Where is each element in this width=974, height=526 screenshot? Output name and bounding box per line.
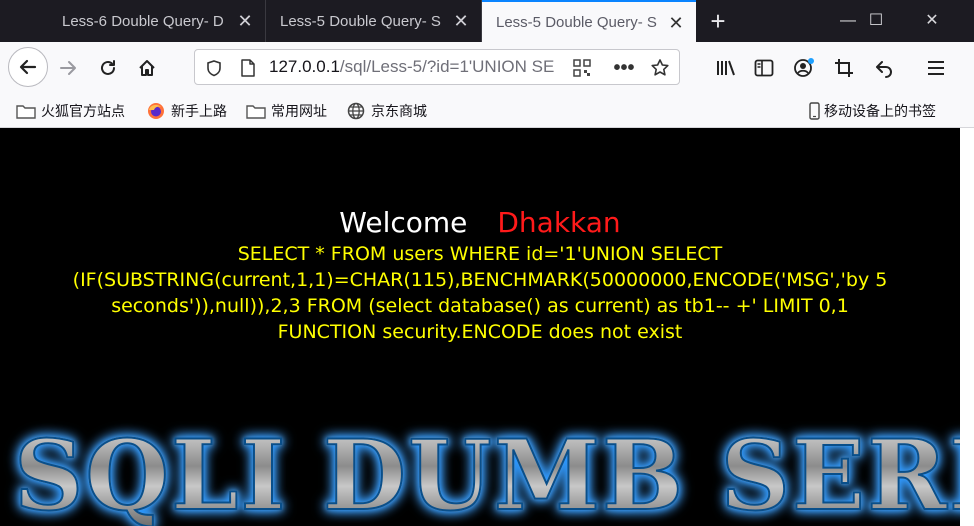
sql-output: SELECT * FROM users WHERE id='1'UNION SE… <box>60 241 900 345</box>
more-actions-icon[interactable]: ••• <box>613 57 635 79</box>
menu-button[interactable] <box>920 52 952 84</box>
folder-icon <box>16 102 36 120</box>
firefox-icon <box>146 102 166 120</box>
screenshot-button[interactable] <box>828 52 860 84</box>
mobile-bookmarks[interactable]: 移动设备上的书签 <box>808 100 936 122</box>
sqli-banner-logo: SQLI DUMB SERIES <box>13 425 960 526</box>
bookmark-firefox-official[interactable]: 火狐官方站点 <box>16 100 125 122</box>
hamburger-icon <box>928 61 944 75</box>
qr-code-icon[interactable] <box>571 57 593 79</box>
undo-button[interactable] <box>868 52 900 84</box>
tab-title: Less-6 Double Query- D <box>62 12 224 30</box>
tab-less5-a[interactable]: Less-5 Double Query- S ✕ <box>266 0 482 42</box>
bookmark-star-icon[interactable] <box>649 57 671 79</box>
crop-icon <box>835 59 853 77</box>
reload-icon <box>101 60 115 75</box>
page-edge <box>960 128 974 526</box>
library-button[interactable] <box>710 52 742 84</box>
bookmark-getting-started[interactable]: 新手上路 <box>146 100 227 122</box>
close-icon[interactable]: ✕ <box>666 13 686 33</box>
url-text[interactable]: 127.0.0.1/sql/Less-5/?id=1'UNION SE <box>269 50 569 84</box>
bookmark-label: 新手上路 <box>171 103 227 119</box>
tab-bar: Less-6 Double Query- D ✕ Less-5 Double Q… <box>0 0 974 42</box>
url-bar[interactable]: 127.0.0.1/sql/Less-5/?id=1'UNION SE ••• <box>194 49 680 85</box>
error-message: FUNCTION security.ENCODE does not exist <box>277 321 683 343</box>
close-icon[interactable]: ✕ <box>235 11 255 31</box>
bookmark-jd[interactable]: 京东商城 <box>346 100 427 122</box>
page-content: Welcome Dhakkan SELECT * FROM users WHERE… <box>0 128 960 526</box>
folder-icon <box>246 102 266 120</box>
undo-icon <box>876 61 892 78</box>
url-host: 127.0.0.1 <box>269 57 340 76</box>
user-name: Dhakkan <box>497 206 621 239</box>
home-button[interactable] <box>131 52 163 84</box>
tab-title: Less-5 Double Query- S <box>280 12 441 30</box>
tab-less5-active[interactable]: Less-5 Double Query- S ✕ <box>482 0 696 42</box>
account-icon <box>794 58 814 77</box>
tab-less6[interactable]: Less-6 Double Query- D ✕ <box>48 0 266 42</box>
back-button[interactable] <box>8 47 48 87</box>
library-icon <box>717 60 735 76</box>
account-button[interactable] <box>788 52 820 84</box>
bookmark-label: 京东商城 <box>371 103 427 119</box>
welcome-line: Welcome Dhakkan <box>0 206 960 239</box>
close-window-button[interactable]: ✕ <box>904 0 960 42</box>
arrow-left-icon <box>19 59 37 75</box>
nav-bar: 127.0.0.1/sql/Less-5/?id=1'UNION SE ••• <box>0 42 974 94</box>
sidebar-button[interactable] <box>748 52 780 84</box>
bookmark-label: 火狐官方站点 <box>41 103 125 119</box>
tab-title: Less-5 Double Query- S <box>496 13 657 31</box>
bookmark-common-urls[interactable]: 常用网址 <box>246 100 327 122</box>
mobile-device-icon <box>808 102 820 120</box>
page-icon[interactable] <box>237 57 259 79</box>
forward-button[interactable] <box>52 52 84 84</box>
welcome-text: Welcome <box>339 206 468 239</box>
url-path: /sql/Less-5/?id=1'UNION SE <box>339 57 555 76</box>
new-tab-button[interactable]: + <box>702 6 734 36</box>
sql-query-text: SELECT * FROM users WHERE id='1'UNION SE… <box>72 243 888 317</box>
sidebar-icon <box>754 59 774 77</box>
home-icon <box>139 60 155 76</box>
reload-button[interactable] <box>92 52 124 84</box>
close-icon[interactable]: ✕ <box>451 11 471 31</box>
bookmark-label: 常用网址 <box>271 103 327 119</box>
arrow-right-icon <box>60 61 76 75</box>
shield-icon[interactable] <box>203 57 225 79</box>
globe-icon <box>346 102 366 120</box>
bookmarks-bar: 火狐官方站点 新手上路 常用网址 京东商城 移动设备上的书签 <box>0 94 974 128</box>
maximize-button[interactable]: ☐ <box>848 0 904 42</box>
mobile-bookmarks-label: 移动设备上的书签 <box>824 103 936 119</box>
